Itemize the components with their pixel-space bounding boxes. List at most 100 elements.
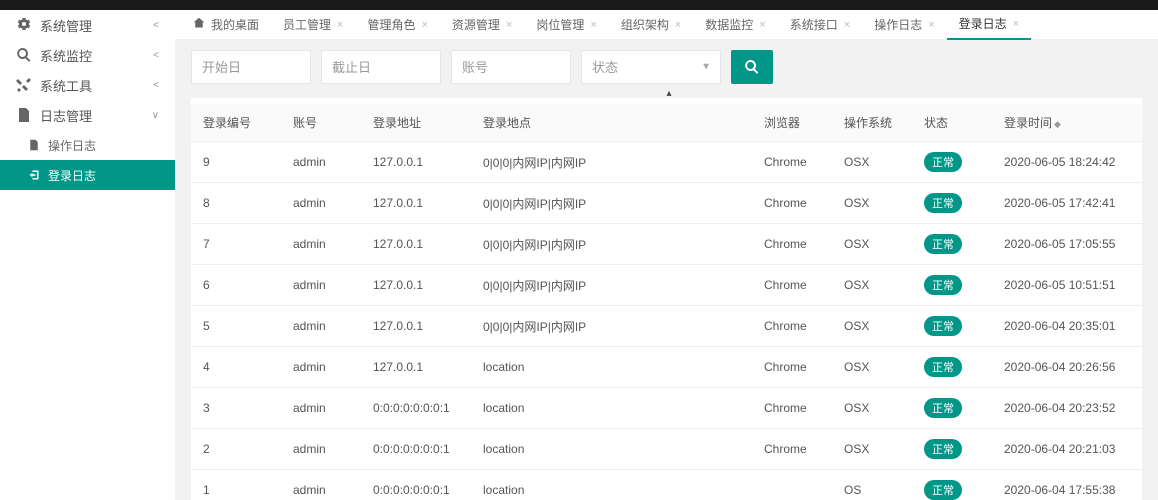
tab-4[interactable]: 岗位管理× bbox=[524, 10, 608, 40]
start-date-input[interactable] bbox=[191, 50, 311, 84]
close-icon[interactable]: × bbox=[844, 19, 850, 31]
main: 我的桌面员工管理×管理角色×资源管理×岗位管理×组织架构×数据监控×系统接口×操… bbox=[175, 10, 1158, 500]
sort-icon: ◆ bbox=[1054, 119, 1061, 129]
table-row[interactable]: 2admin0:0:0:0:0:0:0:1locationChromeOSX正常… bbox=[191, 429, 1142, 470]
filter-bar: ▼ bbox=[191, 50, 1142, 84]
cell-time: 2020-06-05 17:05:55 bbox=[992, 224, 1142, 265]
close-icon[interactable]: × bbox=[675, 19, 681, 31]
cell-time: 2020-06-05 18:24:42 bbox=[992, 142, 1142, 183]
content: ▼ 登录编号 账号 登录地址 登录地点 bbox=[175, 40, 1158, 500]
close-icon[interactable]: × bbox=[1013, 18, 1019, 30]
cell-status: 正常 bbox=[912, 470, 992, 500]
col-browser[interactable]: 浏览器 bbox=[752, 104, 832, 142]
cell-location: 0|0|0|内网IP|内网IP bbox=[471, 306, 752, 347]
sidebar-item-system-monitor[interactable]: 系统监控 < bbox=[0, 40, 175, 70]
tab-9[interactable]: 登录日志× bbox=[947, 10, 1031, 40]
close-icon[interactable]: × bbox=[506, 19, 512, 31]
cell-status: 正常 bbox=[912, 388, 992, 429]
cell-account: admin bbox=[281, 429, 361, 470]
cell-time: 2020-06-04 20:26:56 bbox=[992, 347, 1142, 388]
table-row[interactable]: 8admin127.0.0.10|0|0|内网IP|内网IPChromeOSX正… bbox=[191, 183, 1142, 224]
sidebar-subitem-login-log[interactable]: 登录日志 bbox=[0, 160, 175, 190]
cell-location: location bbox=[471, 347, 752, 388]
sidebar-subitem-operation-log[interactable]: 操作日志 bbox=[0, 130, 175, 160]
table-row[interactable]: 1admin0:0:0:0:0:0:0:1locationOS正常2020-06… bbox=[191, 470, 1142, 500]
col-location[interactable]: 登录地点 bbox=[471, 104, 752, 142]
search-button[interactable] bbox=[731, 50, 773, 84]
tab-5[interactable]: 组织架构× bbox=[609, 10, 693, 40]
search-icon bbox=[744, 59, 760, 75]
sidebar-item-label: 日志管理 bbox=[40, 106, 152, 125]
table-row[interactable]: 5admin127.0.0.10|0|0|内网IP|内网IPChromeOSX正… bbox=[191, 306, 1142, 347]
tools-icon bbox=[16, 77, 32, 93]
sidebar-item-log-manage[interactable]: 日志管理 ∨ bbox=[0, 100, 175, 130]
table-row[interactable]: 4admin127.0.0.1locationChromeOSX正常2020-0… bbox=[191, 347, 1142, 388]
cell-location: location bbox=[471, 470, 752, 500]
chevron-left-icon: < bbox=[153, 80, 159, 91]
cell-address: 127.0.0.1 bbox=[361, 224, 471, 265]
tab-7[interactable]: 系统接口 × bbox=[778, 10, 862, 40]
end-date-input[interactable] bbox=[321, 50, 441, 84]
cell-account: admin bbox=[281, 142, 361, 183]
cell-account: admin bbox=[281, 306, 361, 347]
home-icon bbox=[193, 17, 205, 32]
sidebar-item-system-tools[interactable]: 系统工具 < bbox=[0, 70, 175, 100]
table-row[interactable]: 6admin127.0.0.10|0|0|内网IP|内网IPChromeOSX正… bbox=[191, 265, 1142, 306]
cell-browser bbox=[752, 470, 832, 500]
cell-time: 2020-06-05 17:42:41 bbox=[992, 183, 1142, 224]
col-time[interactable]: 登录时间◆ bbox=[992, 104, 1142, 142]
status-badge: 正常 bbox=[924, 234, 962, 254]
table-row[interactable]: 9admin127.0.0.10|0|0|内网IP|内网IPChromeOSX正… bbox=[191, 142, 1142, 183]
cell-location: 0|0|0|内网IP|内网IP bbox=[471, 142, 752, 183]
close-icon[interactable]: × bbox=[759, 19, 765, 31]
close-icon[interactable]: × bbox=[928, 19, 934, 31]
cell-location: location bbox=[471, 429, 752, 470]
cell-status: 正常 bbox=[912, 429, 992, 470]
table-row[interactable]: 7admin127.0.0.10|0|0|内网IP|内网IPChromeOSX正… bbox=[191, 224, 1142, 265]
cell-os: OSX bbox=[832, 265, 912, 306]
sidebar-item-label: 系统工具 bbox=[40, 76, 153, 95]
tab-2[interactable]: 管理角色× bbox=[355, 10, 439, 40]
col-id[interactable]: 登录编号 bbox=[191, 104, 281, 142]
status-select-wrap: ▼ bbox=[581, 50, 721, 84]
tab-label: 系统接口 bbox=[790, 16, 838, 33]
tab-1[interactable]: 员工管理 × bbox=[271, 10, 355, 40]
cell-browser: Chrome bbox=[752, 183, 832, 224]
tab-8[interactable]: 操作日志× bbox=[862, 10, 946, 40]
tab-0[interactable]: 我的桌面 bbox=[181, 10, 271, 40]
col-account[interactable]: 账号 bbox=[281, 104, 361, 142]
sidebar-item-label: 系统管理 bbox=[40, 16, 153, 35]
sidebar: 系统管理 < 系统监控 < 系统工具 < 日志管理 ∨ 操作日志 登录日志 bbox=[0, 10, 175, 500]
close-icon[interactable]: × bbox=[337, 19, 343, 31]
tab-3[interactable]: 资源管理 × bbox=[440, 10, 524, 40]
cell-browser: Chrome bbox=[752, 306, 832, 347]
cell-time: 2020-06-04 20:23:52 bbox=[992, 388, 1142, 429]
tab-6[interactable]: 数据监控× bbox=[693, 10, 777, 40]
table-row[interactable]: 3admin0:0:0:0:0:0:0:1locationChromeOSX正常… bbox=[191, 388, 1142, 429]
close-icon[interactable]: × bbox=[590, 19, 596, 31]
col-os[interactable]: 操作系统 bbox=[832, 104, 912, 142]
close-icon[interactable]: × bbox=[421, 19, 427, 31]
cell-os: OSX bbox=[832, 183, 912, 224]
document-icon bbox=[16, 107, 32, 123]
cell-time: 2020-06-04 20:21:03 bbox=[992, 429, 1142, 470]
col-address[interactable]: 登录地址 bbox=[361, 104, 471, 142]
cell-address: 0:0:0:0:0:0:0:1 bbox=[361, 429, 471, 470]
status-badge: 正常 bbox=[924, 316, 962, 336]
col-status[interactable]: 状态 bbox=[912, 104, 992, 142]
tab-label: 我的桌面 bbox=[211, 16, 259, 33]
cell-time: 2020-06-05 10:51:51 bbox=[992, 265, 1142, 306]
cell-browser: Chrome bbox=[752, 265, 832, 306]
cell-os: OSX bbox=[832, 142, 912, 183]
account-input[interactable] bbox=[451, 50, 571, 84]
cell-address: 127.0.0.1 bbox=[361, 347, 471, 388]
cell-status: 正常 bbox=[912, 306, 992, 347]
sidebar-item-system-manage[interactable]: 系统管理 < bbox=[0, 10, 175, 40]
status-select[interactable] bbox=[581, 50, 721, 84]
cell-status: 正常 bbox=[912, 265, 992, 306]
cell-address: 127.0.0.1 bbox=[361, 142, 471, 183]
tab-label: 资源管理 bbox=[452, 16, 500, 33]
search-icon bbox=[16, 47, 32, 63]
tab-label: 员工管理 bbox=[283, 16, 331, 33]
cell-id: 2 bbox=[191, 429, 281, 470]
